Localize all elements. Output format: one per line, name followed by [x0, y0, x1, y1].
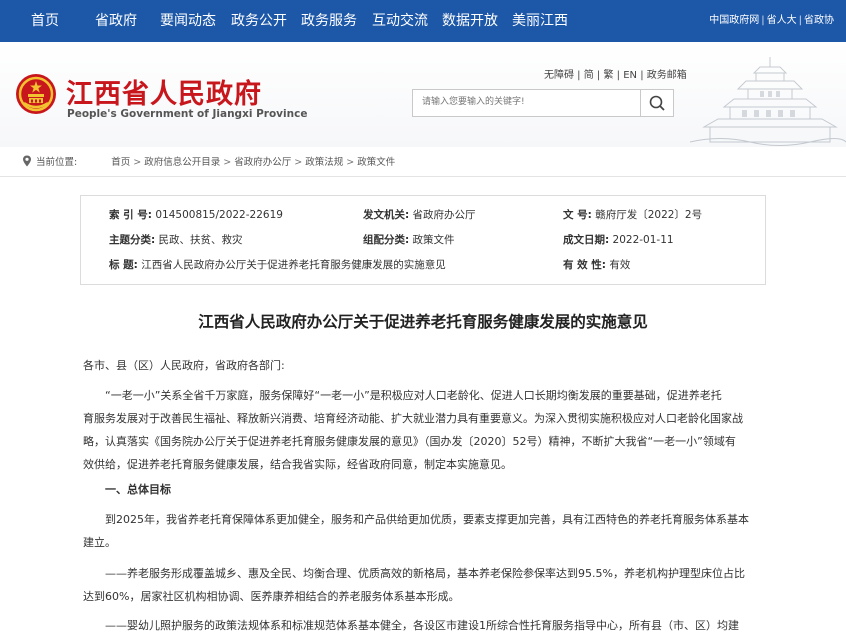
nav-item-interaction[interactable]: 互动交流: [372, 0, 428, 42]
site-subtitle: People's Government of Jiangxi Province: [67, 108, 308, 120]
paragraph-childcare: ——婴幼儿照护服务的政策法规体系和标准规范体系基本健全，各设区市建设1所综合性托…: [105, 619, 739, 632]
site-header: 江西省人民政府 People's Government of Jiangxi P…: [0, 42, 846, 147]
nav-item-beautiful-jiangxi[interactable]: 美丽江西: [512, 0, 568, 42]
document-metadata-table: 索 引 号: 014500815/2022-22619 发文机关: 省政府办公厅…: [80, 195, 766, 285]
meta-index-number: 索 引 号: 014500815/2022-22619: [109, 209, 283, 221]
nav-item-gov-services[interactable]: 政务服务: [301, 0, 357, 42]
link-accessibility[interactable]: 无障碍: [544, 70, 574, 81]
breadcrumb-info-catalog[interactable]: 政府信息公开目录: [144, 157, 220, 168]
nav-item-open-data[interactable]: 数据开放: [442, 0, 498, 42]
meta-date: 成文日期: 2022-01-11: [563, 234, 674, 246]
breadcrumb-policy-docs[interactable]: 政策文件: [357, 157, 395, 168]
breadcrumb: 当前位置: 首页 > 政府信息公开目录 > 省政府办公厅 > 政策法规 > 政策文件: [22, 154, 395, 170]
document-title: 江西省人民政府办公厅关于促进养老托育服务健康发展的实施意见: [198, 313, 648, 331]
paragraph-goal-2025: 到2025年，我省养老托育保障体系更加健全，服务和产品供给更加优质，要素支撑更加…: [83, 513, 749, 549]
breadcrumb-general-office[interactable]: 省政府办公厅: [234, 157, 291, 168]
meta-title: 标 题: 江西省人民政府办公厅关于促进养老托育服务健康发展的实施意见: [109, 259, 446, 271]
link-china-gov[interactable]: 中国政府网: [709, 15, 759, 26]
location-pin-icon: [23, 155, 31, 167]
divider: [0, 176, 846, 177]
tengwang-pavilion-illustration: [690, 57, 846, 146]
search-button[interactable]: [640, 90, 673, 116]
search-icon: [649, 95, 665, 111]
link-gov-mailbox[interactable]: 政务邮箱: [647, 70, 687, 81]
meta-validity: 有 效 性: 有效: [563, 259, 631, 271]
meta-issuer: 发文机关: 省政府办公厅: [363, 209, 476, 221]
meta-doc-number: 文 号: 赣府厅发〔2022〕2号: [563, 209, 703, 221]
top-right-links: 中国政府网 | 省人大 | 省政协: [709, 15, 834, 26]
paragraph-elderly-care: ——养老服务形成覆盖城乡、惠及全民、均衡合理、优质高效的新格局，基本养老保险参保…: [83, 567, 745, 603]
nav-item-news[interactable]: 要闻动态: [160, 0, 216, 42]
site-title[interactable]: 江西省人民政府: [66, 72, 262, 111]
link-simplified[interactable]: 简: [584, 70, 594, 81]
breadcrumb-label: 当前位置:: [36, 157, 78, 168]
meta-topic: 主题分类: 民政、扶贫、救灾: [109, 234, 243, 246]
meta-category: 组配分类: 政策文件: [363, 234, 455, 246]
top-nav-bar: 首页 省政府 要闻动态 政务公开 政务服务 互动交流 数据开放 美丽江西 中国政…: [0, 0, 846, 42]
link-provincial-congress[interactable]: 省人大: [767, 15, 797, 26]
search-box: [412, 89, 674, 117]
link-traditional[interactable]: 繁: [603, 70, 613, 81]
nav-item-home[interactable]: 首页: [31, 0, 59, 42]
national-emblem-icon[interactable]: [15, 73, 57, 115]
section-heading-goals: 一、总体目标: [105, 483, 171, 496]
paragraph-intro: “一老一小”关系全省千万家庭，服务保障好“一老一小”是积极应对人口老龄化、促进人…: [83, 389, 743, 471]
link-provincial-cppcc[interactable]: 省政协: [804, 15, 834, 26]
nav-item-gov-affairs-open[interactable]: 政务公开: [231, 0, 287, 42]
search-input[interactable]: [413, 90, 642, 114]
nav-item-province-gov[interactable]: 省政府: [95, 0, 137, 42]
utility-links: 无障碍 | 简 | 繁 | EN | 政务邮箱: [544, 70, 687, 81]
salutation: 各市、县（区）人民政府，省政府各部门:: [83, 359, 285, 372]
link-english[interactable]: EN: [623, 70, 637, 81]
breadcrumb-policies[interactable]: 政策法规: [305, 157, 343, 168]
breadcrumb-home[interactable]: 首页: [111, 157, 130, 168]
